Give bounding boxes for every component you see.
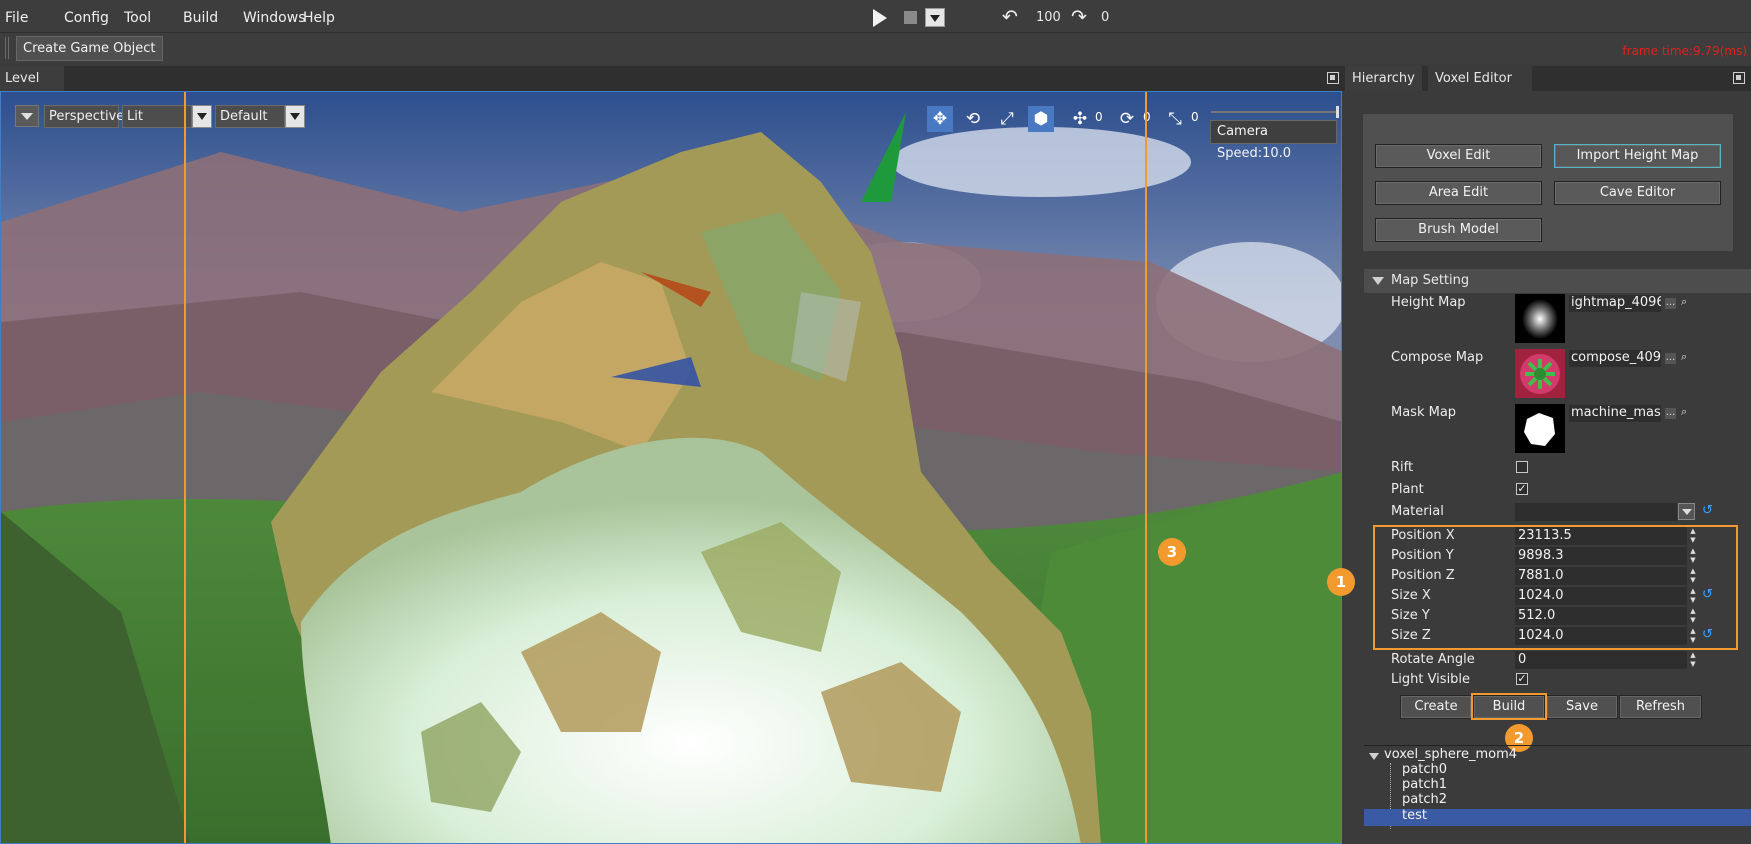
redo-icon[interactable]: ↷ (1071, 6, 1087, 28)
scale-snap-icon[interactable]: ⤡ (1162, 106, 1188, 132)
voxel-editor-panel: Voxel Edit Import Height Map Area Edit C… (1327, 91, 1751, 844)
import-height-map-button[interactable]: Import Height Map (1554, 144, 1721, 168)
projection-label[interactable]: Perspective (44, 105, 124, 128)
shading-select[interactable]: Lit (122, 105, 192, 128)
plant-checkbox[interactable]: ✓ (1516, 483, 1528, 495)
camera-speed-slider[interactable] (1211, 111, 1339, 113)
search-icon[interactable]: ⌕ (1681, 350, 1687, 364)
compose-map-label: Compose Map (1391, 350, 1484, 365)
pin-icon[interactable] (1327, 72, 1339, 84)
mask-map-thumbnail[interactable] (1515, 404, 1565, 453)
play-icon[interactable] (873, 9, 887, 27)
menu-windows[interactable]: Windows (243, 10, 306, 26)
height-map-thumbnail[interactable] (1515, 294, 1565, 343)
height-map-file: ightmap_4096.png (1569, 295, 1661, 312)
material-select[interactable] (1515, 503, 1677, 521)
tree-item-patch2[interactable]: patch2 (1402, 792, 1447, 807)
rotate-angle-spinner[interactable]: ▲ ▼ (1689, 651, 1697, 669)
mask-map-browse-button[interactable]: ... (1665, 408, 1676, 419)
plant-label: Plant (1391, 482, 1424, 497)
create-button[interactable]: Create (1400, 695, 1472, 719)
search-icon[interactable]: ⌕ (1681, 405, 1687, 419)
area-edit-button[interactable]: Area Edit (1375, 181, 1542, 205)
compose-map-browse-button[interactable]: ... (1665, 353, 1676, 364)
menu-help[interactable]: Help (303, 10, 335, 26)
tree-divider (1364, 745, 1751, 746)
build-highlight-box (1471, 693, 1547, 720)
tab-hierarchy[interactable]: Hierarchy (1345, 66, 1422, 91)
light-visible-checkbox[interactable]: ✓ (1516, 673, 1528, 685)
height-map-browse-button[interactable]: ... (1665, 298, 1676, 309)
play-mode-dropdown[interactable] (925, 8, 945, 27)
step-badge-3: 3 (1158, 538, 1186, 566)
map-setting-header[interactable]: Map Setting (1364, 269, 1751, 293)
redo-count: 0 (1101, 10, 1110, 25)
light-visible-label: Light Visible (1391, 672, 1471, 687)
height-map-label: Height Map (1391, 295, 1466, 310)
toolbar: Create Game Object frame time:9.79(ms) (0, 32, 1751, 64)
tab-level[interactable]: Level (0, 66, 64, 91)
rift-checkbox[interactable] (1516, 461, 1528, 473)
compose-map-file: compose_4096.png (1569, 350, 1661, 367)
scale-snap-value: 0 (1191, 110, 1199, 124)
menu-tool[interactable]: Tool (124, 10, 151, 26)
viewport-menu-button[interactable] (15, 105, 39, 127)
tree-root-item[interactable]: voxel_sphere_mom4 (1384, 747, 1517, 762)
menu-config[interactable]: Config (64, 10, 109, 26)
transform-highlight-box (1373, 525, 1738, 650)
save-button[interactable]: Save (1546, 695, 1618, 719)
material-reset-icon[interactable]: ↺ (1702, 503, 1713, 518)
editor-window: File Config Tool Build Windows Help ↶ 10… (0, 0, 1751, 844)
mask-map-file: machine_mask.png (1569, 405, 1661, 422)
collapse-arrow-icon[interactable] (1372, 277, 1384, 285)
viewport-highlight-box (184, 92, 1147, 843)
tree-item-test[interactable]: test (1402, 808, 1427, 823)
undo-count: 100 (1036, 10, 1061, 25)
pin-icon[interactable] (1733, 72, 1745, 84)
menu-file[interactable]: File (5, 10, 28, 26)
menu-build[interactable]: Build (183, 10, 218, 26)
rift-label: Rift (1391, 460, 1414, 475)
cave-editor-button[interactable]: Cave Editor (1554, 181, 1721, 205)
rotate-angle-label: Rotate Angle (1391, 652, 1475, 667)
material-label: Material (1391, 504, 1444, 519)
stop-icon[interactable] (904, 11, 917, 24)
step-badge-1: 1 (1327, 568, 1355, 596)
brush-model-button[interactable]: Brush Model (1375, 218, 1542, 242)
toolbar-grip[interactable] (5, 37, 9, 59)
rotate-angle-input[interactable]: 0 (1515, 651, 1687, 669)
panel-tab-bar: Level Hierarchy Voxel Editor (0, 66, 1751, 91)
tab-voxel-editor[interactable]: Voxel Editor (1428, 66, 1532, 91)
voxel-edit-button[interactable]: Voxel Edit (1375, 144, 1542, 168)
tree-item-patch1[interactable]: patch1 (1402, 777, 1447, 792)
material-dropdown-arrow[interactable] (1678, 503, 1695, 520)
mask-map-label: Mask Map (1391, 405, 1457, 420)
camera-speed-readout: Camera Speed:10.0 (1210, 120, 1337, 161)
tree-item-patch0[interactable]: patch0 (1402, 762, 1447, 777)
refresh-button[interactable]: Refresh (1619, 695, 1702, 719)
create-game-object-button[interactable]: Create Game Object (16, 36, 163, 61)
scene-viewport[interactable]: Perspective Lit Default ✥ ⟲ ⤢ ⬢ ✣ 0 ⟳ 0 … (0, 91, 1342, 844)
search-icon[interactable]: ⌕ (1681, 295, 1687, 309)
map-setting-title: Map Setting (1391, 273, 1470, 288)
tree-expand-icon[interactable] (1369, 753, 1379, 760)
camera-speed-slider-handle[interactable] (1336, 106, 1339, 118)
compose-map-thumbnail[interactable] (1515, 349, 1565, 398)
undo-icon[interactable]: ↶ (1002, 6, 1018, 28)
frame-time-readout: frame time:9.79(ms) (1622, 44, 1747, 58)
